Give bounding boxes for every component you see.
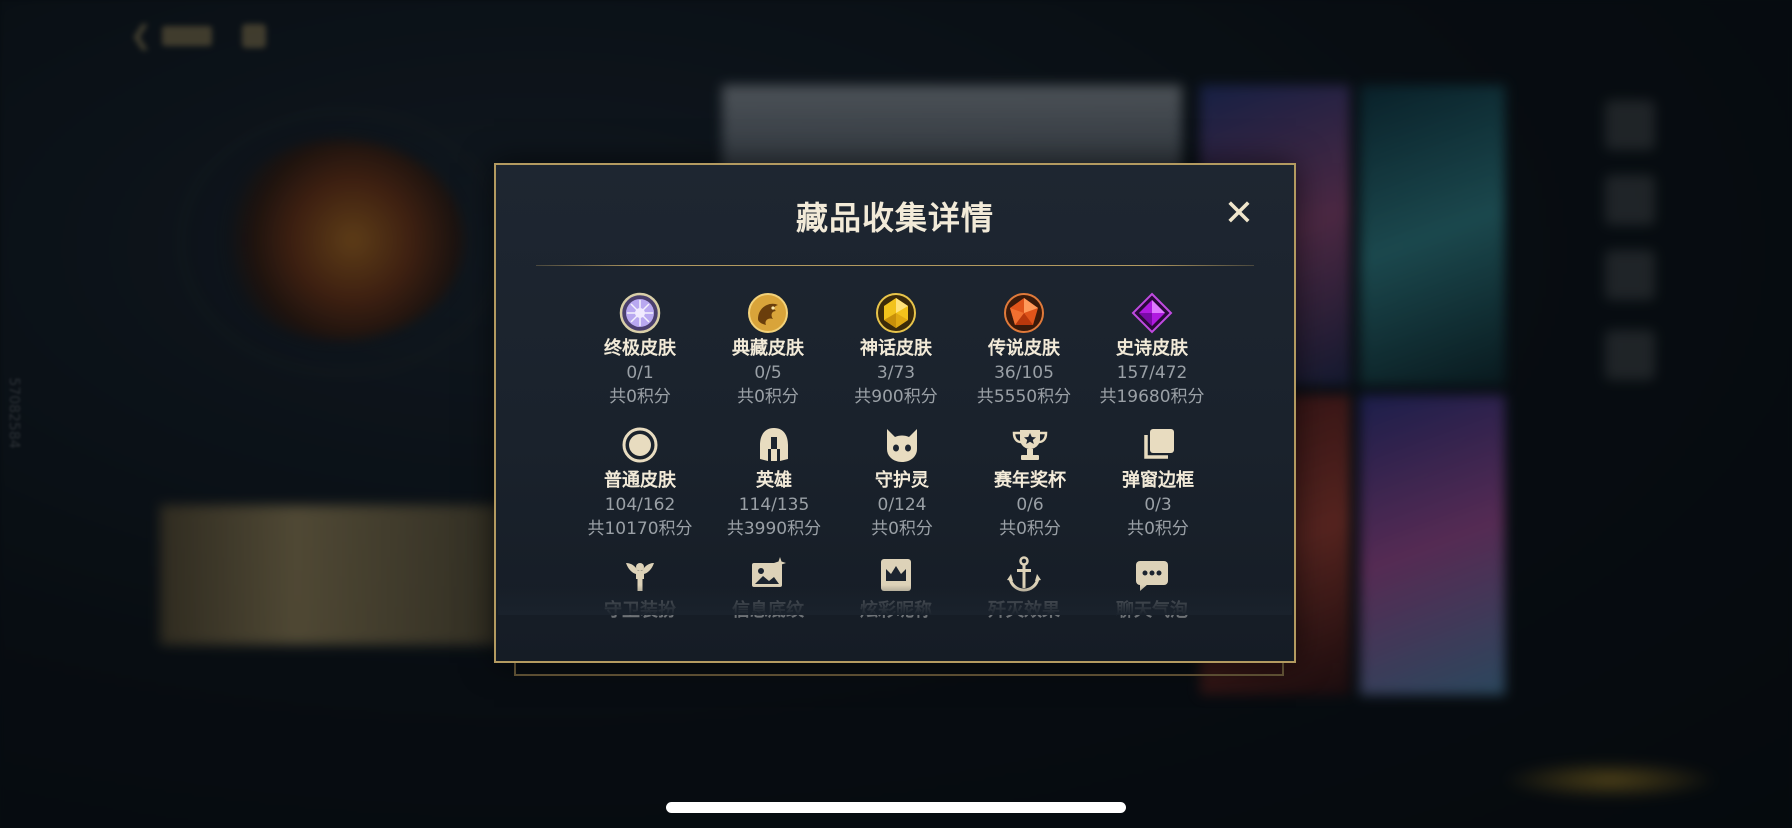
modal-title: 藏品收集详情 xyxy=(795,199,994,237)
category-name: 神话皮肤 xyxy=(860,338,932,359)
category-count: 114/135 xyxy=(738,495,810,515)
category-mythic-skin[interactable]: 神话皮肤 3/73 共900积分 xyxy=(832,291,960,409)
trophy-icon xyxy=(1012,430,1048,460)
close-button[interactable]: ✕ xyxy=(1222,196,1256,232)
ultimate-gem-icon xyxy=(619,292,661,334)
category-name: 史诗皮肤 xyxy=(1116,338,1188,359)
home-indicator[interactable] xyxy=(666,802,1126,813)
frames-icon xyxy=(1144,429,1174,459)
category-count: 104/162 xyxy=(604,495,676,515)
category-name: 英雄 xyxy=(756,470,792,491)
category-points: 共0积分 xyxy=(999,519,1061,539)
category-collector-skin[interactable]: 典藏皮肤 0/5 共0积分 xyxy=(704,291,832,409)
category-count: 0/6 xyxy=(1016,495,1044,515)
category-epic-skin[interactable]: 史诗皮肤 157/472 共19680积分 xyxy=(1088,291,1216,409)
category-name: 赛年奖杯 xyxy=(994,470,1066,491)
category-hero[interactable]: 英雄 114/135 共3990积分 xyxy=(710,423,838,541)
category-points: 共0积分 xyxy=(1127,519,1189,539)
category-count: 157/472 xyxy=(1116,363,1188,383)
category-name: 终极皮肤 xyxy=(604,338,676,359)
category-name: 守护灵 xyxy=(875,470,929,491)
category-legendary-skin[interactable]: 传说皮肤 36/105 共5550积分 xyxy=(960,291,1088,409)
category-points: 共0积分 xyxy=(737,387,799,407)
dragon-icon xyxy=(748,293,788,333)
category-count: 0/3 xyxy=(1144,495,1172,515)
category-points: 共0积分 xyxy=(871,519,933,539)
category-points: 共900积分 xyxy=(854,387,938,407)
category-name: 普通皮肤 xyxy=(604,470,676,491)
category-count: 0/1 xyxy=(626,363,654,383)
title-divider xyxy=(536,265,1254,266)
circle-icon xyxy=(622,427,658,463)
scroll-fade xyxy=(498,585,1292,615)
category-normal-skin[interactable]: 普通皮肤 104/162 共10170积分 xyxy=(576,423,704,541)
category-points: 共5550积分 xyxy=(976,387,1072,407)
guardian-icon xyxy=(887,429,917,462)
category-count: 3/73 xyxy=(876,363,916,383)
category-name: 弹窗边框 xyxy=(1122,470,1194,491)
category-points: 共19680积分 xyxy=(1099,387,1205,407)
legendary-gem-icon xyxy=(1004,293,1044,333)
category-popup-frame[interactable]: 弹窗边框 0/3 共0积分 xyxy=(1094,423,1222,541)
helmet-icon xyxy=(760,428,788,461)
category-name: 典藏皮肤 xyxy=(732,338,804,359)
collection-details-modal: 藏品收集详情 ✕ 终极皮肤 0/1 共0积分 典藏皮肤 0/5 共0积分 神话皮… xyxy=(494,163,1296,663)
category-points: 共0积分 xyxy=(609,387,671,407)
category-points: 共3990积分 xyxy=(726,519,822,539)
category-count: 0/5 xyxy=(754,363,782,383)
mythic-gem-icon xyxy=(876,293,916,333)
category-points: 共10170积分 xyxy=(587,519,693,539)
category-count: 0/124 xyxy=(877,495,927,515)
category-season-trophy[interactable]: 赛年奖杯 0/6 共0积分 xyxy=(966,423,1094,541)
category-guardian[interactable]: 守护灵 0/124 共0积分 xyxy=(838,423,966,541)
category-ultimate-skin[interactable]: 终极皮肤 0/1 共0积分 xyxy=(576,291,704,409)
epic-gem-icon xyxy=(1131,292,1173,334)
category-count: 36/105 xyxy=(994,363,1054,383)
category-name: 传说皮肤 xyxy=(988,338,1060,359)
